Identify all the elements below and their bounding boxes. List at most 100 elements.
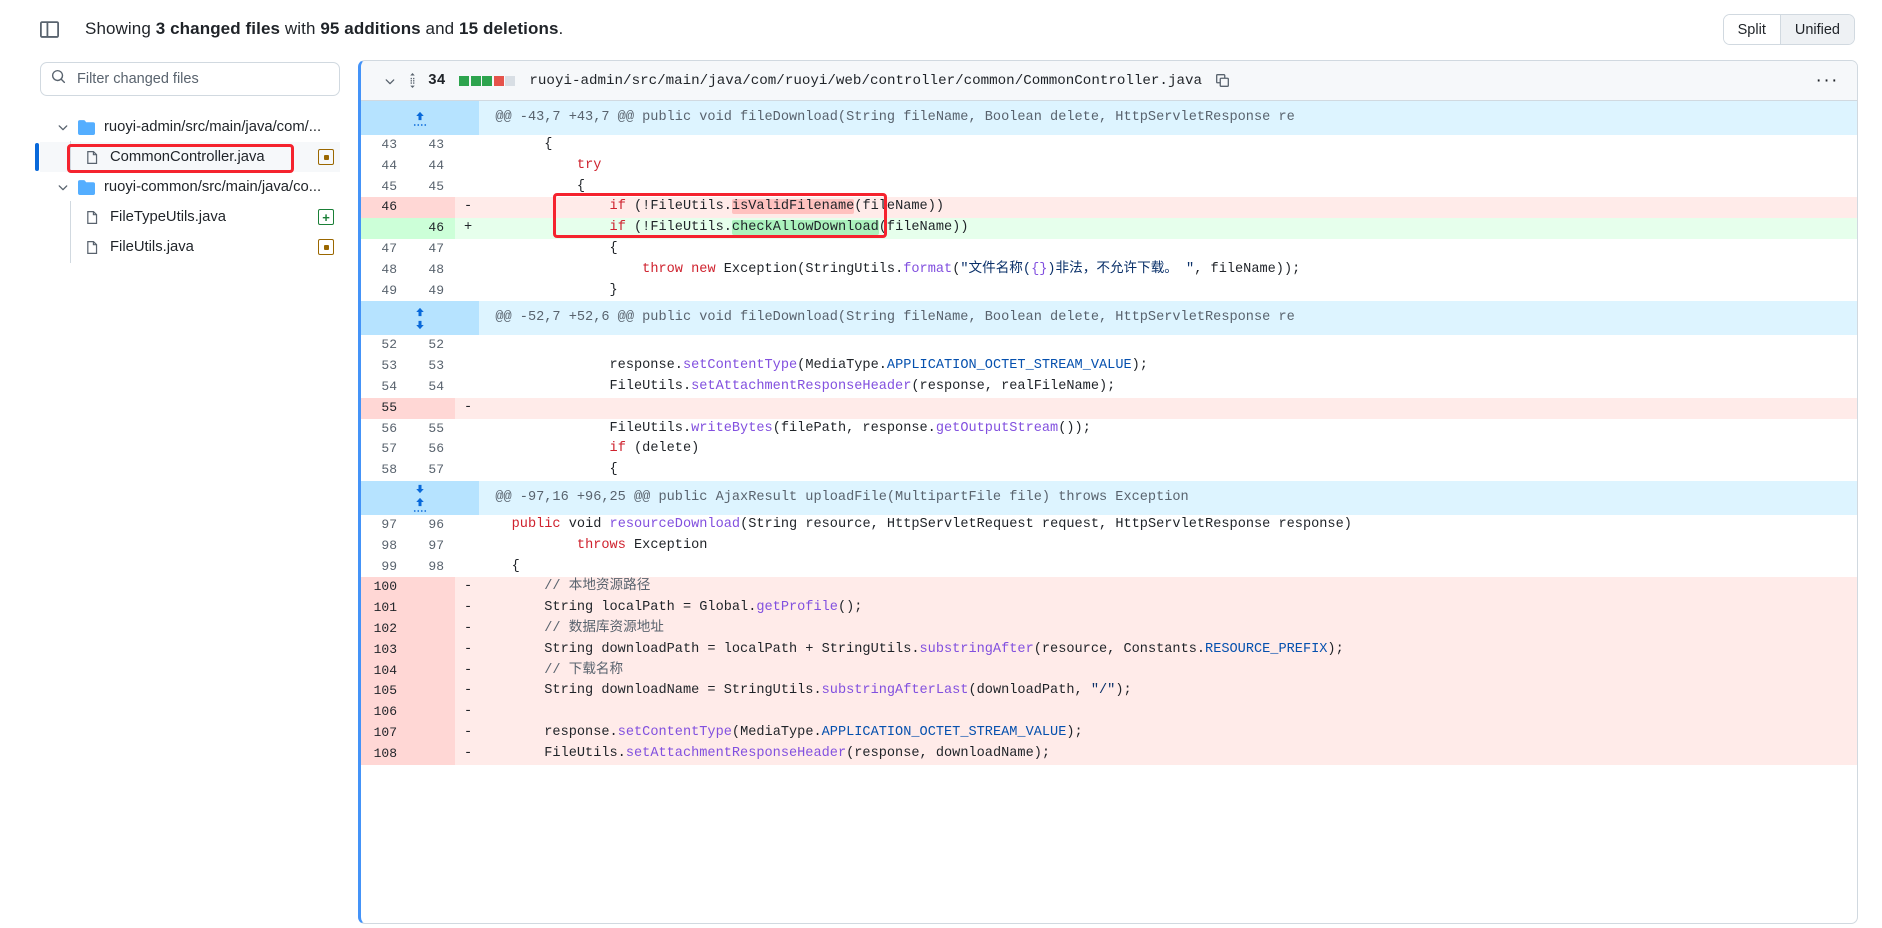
diff-code-line: String downloadName = StringUtils.substr…	[479, 681, 1857, 703]
filter-changed-files-box[interactable]	[40, 62, 340, 96]
diff-line-ctx[interactable]: 58 57 {	[361, 460, 1857, 481]
line-number-new: 54	[408, 376, 455, 398]
diff-file-panel: 34 ruoyi-admin/src/main/java/com/ruoyi/w…	[358, 60, 1858, 924]
diff-summary: Showing 3 changed files with 95 addition…	[85, 19, 563, 39]
diff-marker	[455, 281, 479, 302]
line-number-new: 55	[408, 418, 455, 440]
additions-count: 95 additions	[320, 19, 421, 38]
diff-line-del[interactable]: 101 - String localPath = Global.getProfil…	[361, 598, 1857, 619]
diff-line-del[interactable]: 107 - response.setContentType(MediaType.A…	[361, 722, 1857, 744]
line-number-old: 58	[361, 460, 408, 481]
diff-code-line	[479, 397, 1857, 419]
diff-line-del[interactable]: 104 - // 下载名称	[361, 660, 1857, 682]
diff-code-line: {	[479, 240, 618, 256]
diff-line-ctx[interactable]: 47 47 {	[361, 238, 1857, 260]
diff-line-ctx[interactable]: 44 44 try	[361, 155, 1857, 177]
diff-line-del[interactable]: 105 - String downloadName = StringUtils.s…	[361, 681, 1857, 703]
diff-code-line: FileUtils.writeBytes(filePath, response.…	[479, 420, 1091, 436]
line-number-old: 47	[361, 238, 408, 260]
unified-view-button[interactable]: Unified	[1779, 15, 1854, 44]
diff-stat-blocks	[459, 75, 516, 86]
sidebar-expand-icon[interactable]	[38, 18, 60, 40]
tree-file-label: FileUtils.java	[110, 239, 194, 255]
diff-line-ctx[interactable]: 49 49 }	[361, 280, 1857, 302]
tree-file-commoncontroller[interactable]: CommonController.java	[35, 141, 340, 173]
diff-line-del[interactable]: 46 - if (!FileUtils.isValidFilename(fileN…	[361, 197, 1857, 219]
diff-marker: -	[455, 577, 479, 599]
diff-marker: -	[455, 639, 479, 661]
line-number-old: 53	[361, 356, 408, 377]
diff-hunk-header: @@ -43,7 +43,7 @@ public void fileDownlo…	[361, 101, 1857, 135]
diff-code-line: String localPath = Global.getProfile();	[479, 598, 1857, 619]
diff-marker	[455, 135, 479, 156]
tree-file-filetypeutils[interactable]: FileTypeUtils.java +	[40, 201, 340, 233]
line-number-new: 48	[408, 259, 455, 281]
diff-marker	[455, 439, 479, 460]
expand-hunk-button[interactable]	[361, 101, 479, 135]
diff-marker: -	[455, 618, 479, 640]
chevron-down-icon[interactable]	[383, 74, 397, 88]
diff-code-line: // 本地资源路径	[479, 577, 1857, 599]
diff-code-line: {	[479, 137, 553, 152]
line-number-old: 105	[361, 681, 408, 703]
line-number-new	[408, 743, 455, 765]
line-number-new	[408, 577, 455, 599]
expand-hunk-button[interactable]	[361, 301, 479, 336]
line-number-new	[408, 618, 455, 640]
diff-line-ctx[interactable]: 43 43 {	[361, 135, 1857, 156]
diff-line-del[interactable]: 100 - // 本地资源路径	[361, 577, 1857, 599]
line-number-old: 104	[361, 660, 408, 682]
tree-folder-ruoyi-admin[interactable]: ruoyi-admin/src/main/java/com/...	[40, 112, 340, 142]
hunk-range-text: @@ -52,7 +52,6 @@ public void fileDownlo…	[479, 301, 1857, 336]
diff-line-del[interactable]: 55 -	[361, 397, 1857, 419]
diff-line-ctx[interactable]: 57 56 if (delete)	[361, 439, 1857, 461]
diff-line-del[interactable]: 108 - FileUtils.setAttachmentResponseHead…	[361, 743, 1857, 765]
diff-line-ctx[interactable]: 56 55 FileUtils.writeBytes(filePath, resp…	[361, 418, 1857, 440]
deletions-count: 15 deletions	[459, 19, 559, 38]
diff-line-add[interactable]: 46 + if (!FileUtils.checkAllowDownload(fi…	[361, 218, 1857, 239]
diff-line-del[interactable]: 102 - // 数据库资源地址	[361, 618, 1857, 640]
tree-folder-ruoyi-common[interactable]: ruoyi-common/src/main/java/co...	[40, 172, 340, 202]
diff-code-line: response.setContentType(MediaType.APPLIC…	[479, 722, 1857, 744]
diff-line-ctx[interactable]: 45 45 {	[361, 176, 1857, 198]
diff-marker	[455, 377, 479, 398]
line-number-old: 43	[361, 135, 408, 156]
diff-line-del[interactable]: 103 - String downloadPath = localPath + S…	[361, 639, 1857, 661]
diff-marker	[455, 239, 479, 260]
diff-line-ctx[interactable]: 54 54 FileUtils.setAttachmentResponseHead…	[361, 376, 1857, 398]
diff-line-ctx[interactable]: 48 48 throw new Exception(StringUtils.for…	[361, 259, 1857, 281]
diff-line-ctx[interactable]: 98 97 throws Exception	[361, 535, 1857, 557]
diff-file-path[interactable]: ruoyi-admin/src/main/java/com/ruoyi/web/…	[529, 73, 1202, 89]
diff-marker	[455, 515, 479, 536]
kebab-menu-icon[interactable]: ···	[1816, 70, 1843, 92]
diff-line-ctx[interactable]: 97 96 public void resourceDownload(String…	[361, 514, 1857, 536]
line-number-new: 56	[408, 439, 455, 461]
line-number-old: 48	[361, 259, 408, 281]
drag-handle-icon[interactable]	[406, 73, 419, 88]
diff-code-line: throws Exception	[576, 537, 708, 553]
folder-icon	[78, 179, 95, 196]
line-number-old: 54	[361, 376, 408, 398]
diff-hunk-header: @@ -97,16 +96,25 @@ public AjaxResult up…	[361, 480, 1857, 515]
folder-icon	[78, 119, 95, 136]
diff-line-ctx[interactable]: 52 52	[361, 335, 1857, 357]
line-number-new	[408, 722, 455, 744]
diff-marker: -	[455, 722, 479, 744]
line-number-new	[408, 397, 455, 419]
filter-changed-files-input[interactable]	[75, 70, 329, 88]
diff-marker: -	[455, 397, 479, 419]
diff-line-ctx[interactable]: 99 98 {	[361, 556, 1857, 578]
diff-code-line: // 数据库资源地址	[479, 618, 1857, 640]
diff-line-ctx[interactable]: 53 53 response.setContentType(MediaType.A…	[361, 356, 1857, 377]
diff-marker: -	[455, 660, 479, 682]
diff-code-line: FileUtils.setAttachmentResponseHeader(re…	[479, 378, 1116, 394]
diff-code-line: public void resourceDownload(String reso…	[511, 516, 1352, 532]
diff-marker	[455, 260, 479, 281]
diff-code-line: String downloadPath = localPath + String…	[479, 639, 1857, 661]
expand-hunk-button[interactable]	[361, 480, 479, 515]
copy-icon[interactable]	[1215, 73, 1230, 88]
diff-line-del[interactable]: 106 -	[361, 702, 1857, 723]
split-view-button[interactable]: Split	[1723, 15, 1780, 44]
tree-file-fileutils[interactable]: FileUtils.java	[40, 231, 340, 263]
line-number-new: 52	[408, 335, 455, 357]
